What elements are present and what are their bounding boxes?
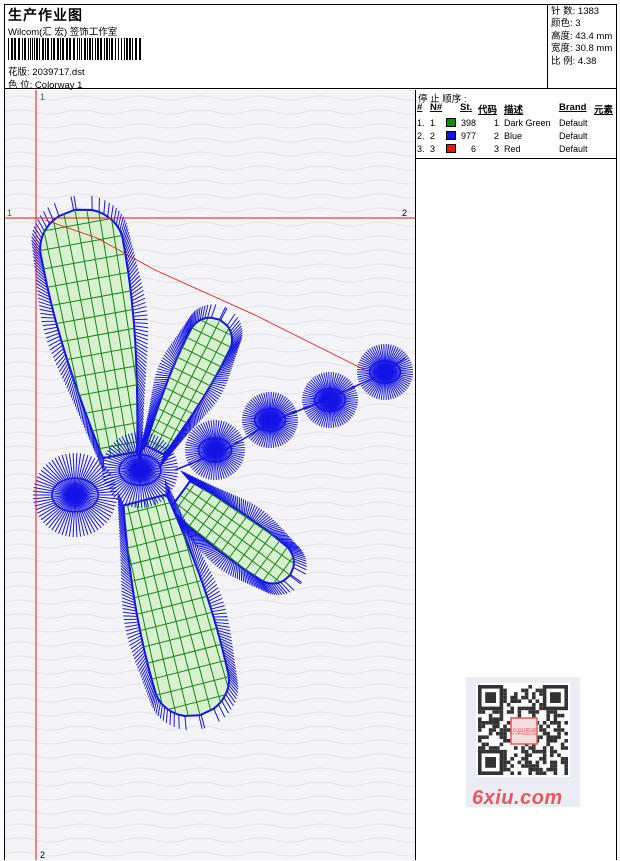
header: 生产作业图 Wilcom(汇 宏) 签饰工作室 花版: 2039717.dst … [5,5,616,91]
embroidery-design: 1 2 1 2 [5,90,415,860]
header-info: 生产作业图 Wilcom(汇 宏) 签饰工作室 花版: 2039717.dst … [5,5,547,91]
col-stitches: St. [460,102,473,113]
stat-colors: 颜色: 3 [551,18,581,30]
stop-row[interactable]: 3. 3 6 3 Red Default [416,143,617,156]
col-code: 代码 [478,105,498,116]
col-needle: N# [430,102,443,113]
watermark-site: 6xiu.com [472,787,563,809]
stop-row[interactable]: 1. 1 398 1 Dark Green Default [416,117,617,130]
col-description: 描述 [504,105,524,116]
filename-line: 花版: 2039717.dst [8,64,85,78]
stat-height: 高度: 43.4 mm [551,30,613,42]
col-brand: Brand [559,102,587,113]
stat-scale: 比 例: 4.38 [551,55,597,67]
stats-panel: 针 数: 1383 颜色: 3 高度: 43.4 mm 宽度: 30.8 mm … [547,5,616,89]
col-element: 元素 [594,105,614,116]
qr-code: 识码图图 [476,683,570,777]
company-name: Wilcom(汇 宏) 签饰工作室 [8,27,118,38]
page-title: 生产作业图 [8,7,83,23]
marker-left: 1 [7,208,12,218]
marker-right: 2 [402,208,407,218]
col-num: # [417,102,423,113]
stat-width: 宽度: 30.8 mm [551,43,613,55]
color-swatch [446,144,456,153]
marker-top: 1 [40,92,45,102]
embroidery-canvas[interactable]: 1 2 1 2 [5,90,415,860]
divider [416,158,617,159]
color-swatch [446,118,456,127]
barcode [8,38,141,60]
stop-row[interactable]: 2. 2 977 2 Blue Default [416,130,617,143]
marker-bottom: 2 [40,850,45,860]
watermark-stamp: 识码图图 [510,728,538,736]
color-swatch [446,131,456,140]
stop-sequence-header: # N# St. 代码 描述 Brand 元素 [416,102,617,116]
colorway-line: 色 位: Colorway 1 [8,77,82,91]
stat-stitches: 针 数: 1383 [551,6,600,17]
